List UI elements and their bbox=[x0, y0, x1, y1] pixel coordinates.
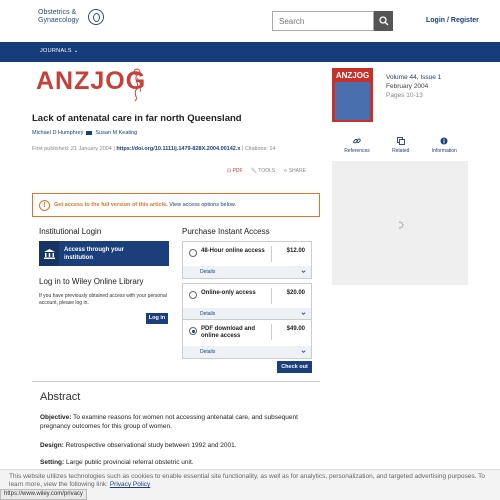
loading-spinner-icon bbox=[399, 221, 404, 229]
tab-label: Related bbox=[392, 148, 410, 154]
search-input[interactable]: Search bbox=[272, 11, 374, 31]
login-register-link[interactable]: Login / Register bbox=[426, 17, 479, 24]
tab-related[interactable]: Related bbox=[392, 137, 409, 154]
divider bbox=[32, 381, 320, 382]
setting-label: Setting: bbox=[40, 459, 65, 466]
logo-line2: Gynaecology bbox=[38, 17, 79, 24]
status-url-bar: https://www.wiley.com/privacy bbox=[0, 489, 87, 500]
issue-link[interactable]: Volume 44, Issue 1 bbox=[386, 73, 441, 82]
ad-panel bbox=[332, 161, 468, 285]
wol-login-heading: Log in to Wiley Online Library bbox=[39, 277, 144, 286]
share-label: SHARE bbox=[288, 168, 306, 174]
cookie-message: This website utilizes technologies such … bbox=[9, 473, 485, 488]
login-button[interactable]: Log in bbox=[146, 313, 168, 324]
access-message: Get access to the full version of this a… bbox=[54, 202, 168, 208]
design-label: Design: bbox=[40, 442, 64, 449]
article-tools: ⊡ PDF 🔧︎ TOOLS ⋖ SHARE bbox=[227, 168, 306, 174]
chevron-down-icon bbox=[301, 312, 306, 315]
chevron-down-icon: ⌄ bbox=[73, 48, 79, 54]
abstract-setting: Setting: Large public provincial referra… bbox=[40, 458, 326, 467]
details-label: Details bbox=[200, 349, 216, 355]
objective-label: Objective: bbox=[40, 414, 72, 421]
pdf-label: PDF bbox=[232, 168, 243, 174]
citations-count[interactable]: Citations: 14 bbox=[245, 146, 276, 152]
first-published-label: First published: bbox=[32, 146, 70, 152]
radio-button-selected[interactable] bbox=[189, 327, 197, 335]
article-side-tabs: References Related Information bbox=[333, 137, 468, 154]
doi-link[interactable]: https://doi.org/10.1111/j.1479-828X.2004… bbox=[116, 146, 240, 152]
access-options-link[interactable]: View access options below. bbox=[169, 202, 236, 208]
issue-pages: Pages 10-13 bbox=[386, 92, 423, 99]
tools-label: TOOLS bbox=[258, 168, 276, 174]
search-button[interactable] bbox=[374, 11, 393, 31]
abstract-design: Design: Retrospective observational stud… bbox=[40, 441, 326, 450]
main-navbar: JOURNALS ⌄ bbox=[0, 42, 500, 62]
journals-menu[interactable]: JOURNALS ⌄ bbox=[40, 48, 79, 54]
issue-date: February 2004 bbox=[386, 83, 429, 90]
publication-line: First published: 21 January 2004 | https… bbox=[32, 146, 276, 152]
purchase-heading: Purchase Instant Access bbox=[182, 227, 270, 236]
privacy-policy-link[interactable]: Privacy Policy bbox=[110, 481, 150, 488]
issue-info: Volume 44, Issue 1 February 2004 Pages 1… bbox=[386, 73, 441, 100]
cover-image bbox=[335, 82, 370, 120]
option-label: Online-only access bbox=[201, 290, 256, 296]
radio-button[interactable] bbox=[189, 291, 197, 299]
abstract-heading: Abstract bbox=[40, 391, 81, 403]
logo-seal-icon bbox=[88, 9, 104, 25]
institution-building-icon bbox=[39, 241, 59, 266]
institution-access-button[interactable]: Access through your institution bbox=[39, 241, 169, 266]
details-label: Details bbox=[200, 269, 216, 275]
objective-text: To examine reasons for women not accessi… bbox=[40, 414, 298, 430]
option-label: 48-Hour online access bbox=[201, 248, 265, 254]
checkout-button[interactable]: Check out bbox=[277, 361, 312, 373]
tab-references[interactable]: References bbox=[344, 137, 370, 154]
option-details-toggle[interactable]: Details bbox=[183, 346, 311, 358]
tools-menu[interactable]: 🔧︎ TOOLS bbox=[251, 168, 276, 174]
journal-logo[interactable]: Obstetrics & Gynaecology bbox=[38, 9, 104, 25]
link-icon bbox=[353, 138, 361, 144]
tab-information[interactable]: Information bbox=[432, 137, 457, 154]
option-price: $20.00 bbox=[286, 290, 305, 296]
search-icon bbox=[378, 16, 388, 26]
author-list: Michael D Humphrey Susan M Keating bbox=[32, 130, 137, 136]
setting-text: Large public provincial referral obstetr… bbox=[66, 459, 194, 466]
share-menu[interactable]: ⋖ SHARE bbox=[283, 168, 306, 174]
tab-label: References bbox=[344, 148, 370, 154]
purchase-option-pdf[interactable]: PDF download and online access $49.00 De… bbox=[182, 319, 312, 359]
related-icon bbox=[396, 137, 405, 145]
chevron-down-icon bbox=[301, 270, 306, 273]
info-circle-icon: ! bbox=[39, 199, 50, 211]
abstract-objective: Objective: To examine reasons for women … bbox=[40, 413, 326, 431]
pdf-link[interactable]: ⊡ PDF bbox=[227, 168, 243, 174]
first-published-date: 21 January 2004 bbox=[70, 146, 112, 152]
details-label: Details bbox=[200, 311, 216, 317]
logo-line1: Obstetrics & bbox=[38, 9, 77, 16]
option-price: $12.00 bbox=[286, 248, 305, 254]
article-title: Lack of antenatal care in far north Quee… bbox=[32, 113, 242, 124]
author-link[interactable]: Susan M Keating bbox=[95, 130, 137, 136]
chevron-down-icon bbox=[301, 350, 306, 353]
top-header: Obstetrics & Gynaecology Search Login / … bbox=[0, 0, 500, 42]
email-icon[interactable] bbox=[86, 131, 93, 135]
journals-label: JOURNALS bbox=[40, 48, 72, 54]
wol-login-text: If you have previously obtained access w… bbox=[39, 293, 167, 306]
institution-button-label: Access through your institution bbox=[64, 246, 125, 261]
option-details-toggle[interactable]: Details bbox=[183, 266, 311, 278]
purchase-option-online[interactable]: Online-only access $20.00 Details bbox=[182, 283, 312, 321]
info-icon bbox=[440, 137, 448, 145]
design-text: Retrospective observational study betwee… bbox=[65, 442, 237, 449]
option-label: PDF download and online access bbox=[201, 326, 255, 339]
author-link[interactable]: Michael D Humphrey bbox=[32, 130, 83, 136]
radio-button[interactable] bbox=[189, 249, 197, 257]
purchase-option-48hour[interactable]: 48-Hour online access $12.00 Details bbox=[182, 241, 312, 279]
tab-label: Information bbox=[431, 148, 457, 154]
journal-cover[interactable]: ANZJOG bbox=[332, 68, 373, 122]
cover-title: ANZJOG bbox=[335, 71, 370, 80]
access-banner: ! Get access to the full version of this… bbox=[32, 193, 320, 217]
option-price: $49.00 bbox=[286, 326, 305, 332]
institutional-login-heading: Institutional Login bbox=[39, 227, 102, 236]
brand-figure-icon bbox=[133, 68, 142, 102]
